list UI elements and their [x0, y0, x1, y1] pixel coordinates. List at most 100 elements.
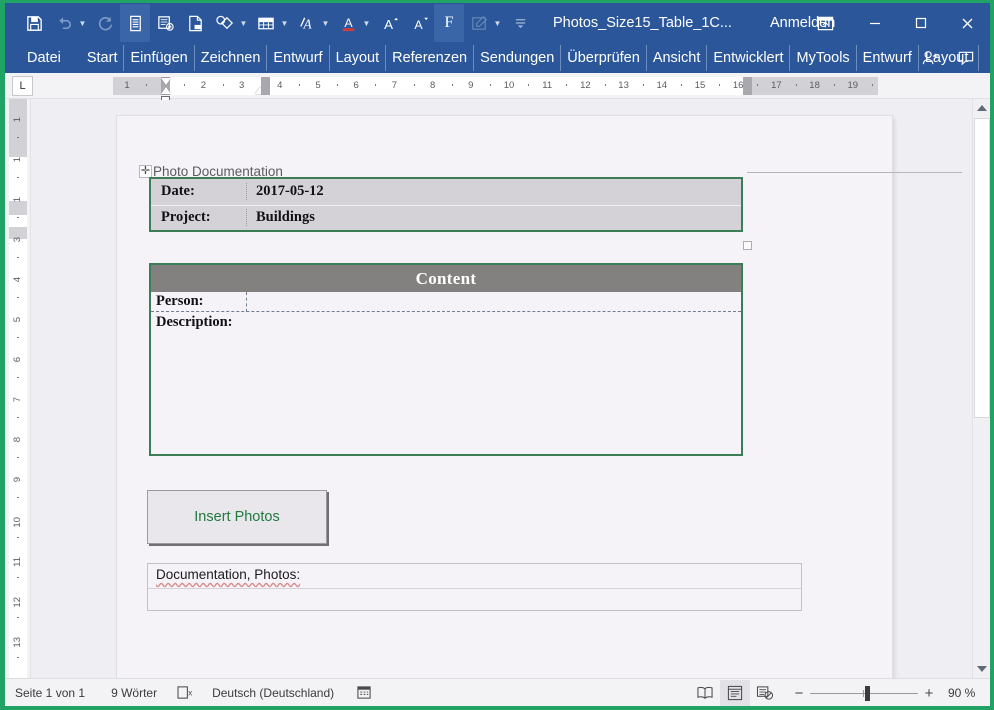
- scrollbar-thumb[interactable]: [974, 118, 990, 418]
- table-resize-handle[interactable]: [743, 241, 752, 250]
- vruler-tick-label: 13: [12, 637, 23, 648]
- share-person-icon[interactable]: [912, 43, 948, 73]
- content-value-person[interactable]: [246, 291, 741, 312]
- tab-einfuegen[interactable]: Einfügen: [123, 45, 193, 71]
- ribbon-right-icons: [912, 43, 984, 73]
- table-caret-icon[interactable]: ▼: [281, 7, 292, 39]
- language-status[interactable]: Deutsch (Deutschland): [212, 686, 334, 700]
- horizontal-ruler[interactable]: L 112345678910111213141516171819: [5, 73, 990, 102]
- font-color-caret-icon[interactable]: ▼: [363, 7, 374, 39]
- vruler-tick-mark: [17, 297, 19, 298]
- undo-caret-icon[interactable]: ▼: [79, 7, 90, 39]
- tab-entwurf[interactable]: Entwurf: [266, 45, 328, 71]
- tab-tabletools-entwurf[interactable]: Entwurf: [855, 45, 918, 71]
- zoom-slider[interactable]: [810, 680, 918, 706]
- page-abc-icon[interactable]: [180, 7, 210, 39]
- ruler-tick-label: 14: [656, 80, 668, 91]
- documentation-photos-label: Documentation, Photos:: [156, 567, 301, 582]
- workspace: L 112345678910111213141516171819: [5, 73, 990, 678]
- zoom-control[interactable]: − + 90 %: [788, 680, 984, 706]
- info-value-date[interactable]: 2017-05-12: [246, 183, 741, 201]
- horizontal-ruler-track[interactable]: 112345678910111213141516171819: [113, 77, 972, 102]
- format-painter-icon[interactable]: A: [292, 7, 322, 39]
- vertical-ruler-track[interactable]: 1 1 1 3 4 5 6 7 8 9 10 11 12 13: [9, 99, 27, 678]
- indent-marker-right[interactable]: [743, 77, 752, 95]
- tab-sendungen[interactable]: Sendungen: [473, 45, 560, 71]
- vruler-tick-label: 11: [12, 557, 23, 567]
- info-table[interactable]: Date: 2017-05-12 Project: Buildings: [149, 177, 743, 232]
- accessibility-icon[interactable]: [356, 685, 372, 700]
- grow-font-icon[interactable]: A: [374, 7, 404, 39]
- save-icon[interactable]: [19, 7, 49, 39]
- undo-icon[interactable]: [49, 7, 79, 39]
- comments-icon[interactable]: [948, 43, 984, 73]
- content-table[interactable]: Content Person: Description:: [149, 263, 743, 456]
- zoom-level[interactable]: 90 %: [948, 686, 984, 700]
- tab-mytools[interactable]: MyTools: [789, 45, 855, 71]
- customize-qat-icon[interactable]: [505, 7, 535, 39]
- word-count[interactable]: 9 Wörter: [111, 686, 157, 700]
- hanging-indent-icon[interactable]: [161, 87, 171, 94]
- proofing-errors-icon[interactable]: x: [177, 685, 194, 700]
- indent-marker-tab[interactable]: [261, 77, 270, 95]
- zoom-slider-thumb[interactable]: [865, 686, 870, 701]
- ruler-tick-label: 9: [468, 80, 474, 91]
- content-label-description: Description:: [156, 314, 233, 330]
- ribbon-display-options-icon[interactable]: [798, 3, 852, 43]
- ruler-tick-mark: [337, 84, 339, 86]
- page-count[interactable]: Seite 1 von 1: [15, 686, 85, 700]
- redo-icon[interactable]: [90, 7, 120, 39]
- page-1[interactable]: ✛ Photo Documentation Date: 2017-05-12 P…: [117, 116, 962, 678]
- ruler-tick-label: 2: [200, 80, 207, 91]
- web-layout-icon[interactable]: [750, 680, 780, 706]
- table-row[interactable]: Date: 2017-05-12: [151, 179, 741, 205]
- document-canvas[interactable]: ✛ Photo Documentation Date: 2017-05-12 P…: [32, 100, 972, 678]
- field-icon[interactable]: F: [434, 4, 464, 42]
- maximize-icon[interactable]: [898, 3, 944, 43]
- table-row[interactable]: Description:: [151, 312, 741, 331]
- shrink-font-icon[interactable]: A: [404, 7, 434, 39]
- vruler-tick-label: 1: [12, 197, 23, 203]
- insert-photos-button[interactable]: Insert Photos: [147, 490, 327, 544]
- shapes-icon[interactable]: [210, 7, 240, 39]
- shapes-caret-icon[interactable]: ▼: [240, 7, 251, 39]
- tab-layout[interactable]: Layout: [328, 45, 386, 71]
- tab-stop-selector[interactable]: L: [12, 76, 33, 96]
- close-icon[interactable]: [944, 3, 990, 43]
- vertical-ruler[interactable]: 1 1 1 3 4 5 6 7 8 9 10 11 12 13: [5, 99, 31, 678]
- edit-caret-icon[interactable]: ▼: [494, 7, 505, 39]
- read-mode-icon[interactable]: [690, 680, 720, 706]
- vertical-scrollbar[interactable]: [972, 99, 990, 678]
- minimize-icon[interactable]: [852, 3, 898, 43]
- format-painter-caret-icon[interactable]: ▼: [322, 7, 333, 39]
- scroll-up-icon[interactable]: [973, 99, 990, 117]
- tab-start[interactable]: Start: [81, 45, 124, 71]
- tab-ansicht[interactable]: Ansicht: [645, 45, 707, 71]
- vruler-tick-label: 3: [12, 237, 23, 243]
- font-color-icon[interactable]: A: [333, 7, 363, 39]
- edit-icon[interactable]: [464, 7, 494, 39]
- zoom-in-button[interactable]: +: [918, 680, 940, 706]
- table-row[interactable]: Person:: [151, 291, 741, 312]
- vruler-tick-label: 4: [12, 277, 23, 283]
- tab-referenzen[interactable]: Referenzen: [385, 45, 473, 71]
- documentation-photos-box[interactable]: Documentation, Photos:: [147, 563, 802, 611]
- zoom-out-button[interactable]: −: [788, 680, 810, 706]
- ruler-tick-mark: [413, 84, 415, 86]
- status-bar: Seite 1 von 1 9 Wörter x Deutsch (Deutsc…: [5, 678, 990, 706]
- content-table-header: Content: [151, 265, 741, 292]
- ruler-tick-label: 19: [847, 80, 859, 91]
- document-properties-icon[interactable]: [150, 7, 180, 39]
- print-layout-icon[interactable]: [720, 680, 750, 706]
- scroll-down-icon[interactable]: [973, 660, 990, 678]
- first-line-indent-icon[interactable]: [161, 78, 171, 85]
- document-body[interactable]: ✛ Photo Documentation Date: 2017-05-12 P…: [117, 116, 962, 678]
- tab-entwicklertools[interactable]: Entwicklert: [706, 45, 789, 71]
- info-value-project[interactable]: Buildings: [246, 209, 741, 227]
- tab-datei[interactable]: Datei: [17, 45, 71, 71]
- table-row[interactable]: Project: Buildings: [151, 204, 741, 231]
- tab-zeichnen[interactable]: Zeichnen: [193, 45, 267, 71]
- tab-ueberpruefen[interactable]: Überprüfen: [560, 45, 646, 71]
- document-icon[interactable]: [120, 4, 150, 42]
- table-icon[interactable]: [251, 7, 281, 39]
